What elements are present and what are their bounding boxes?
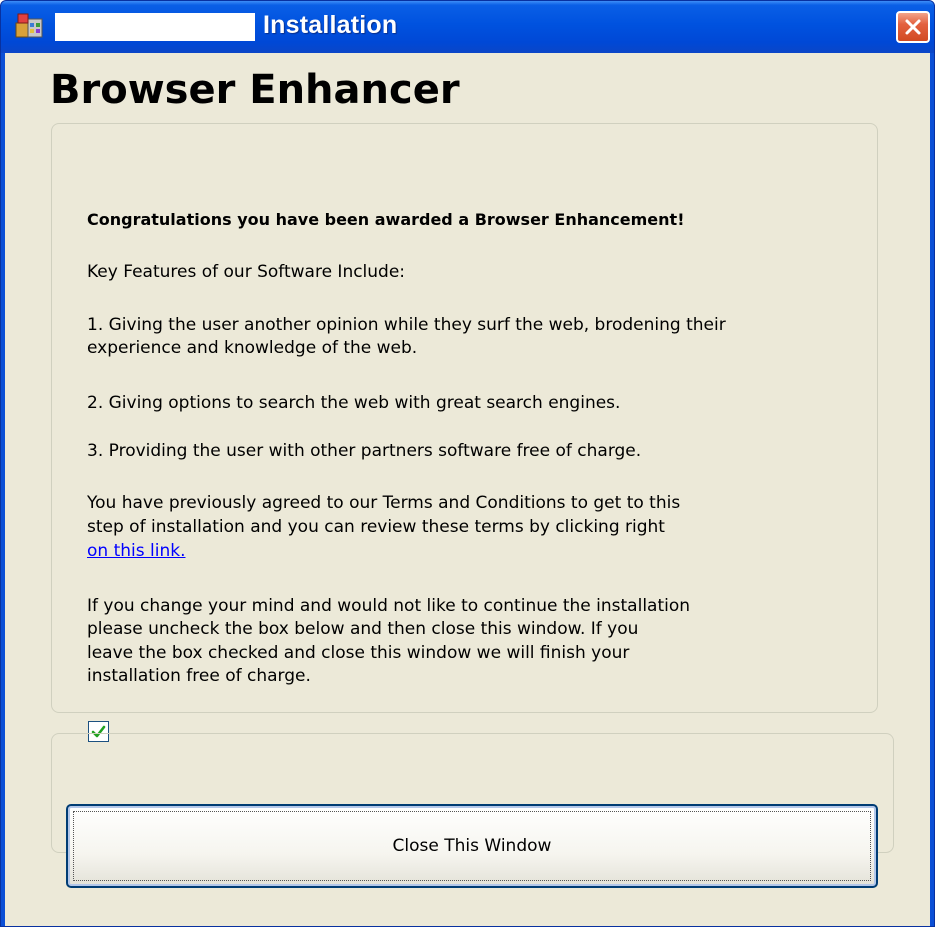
uncheck-line-3: leave the box checked and close this win…	[87, 643, 630, 663]
terms-line-2: step of installation and you can review …	[87, 517, 665, 537]
title-bar[interactable]: Installation	[1, 1, 934, 53]
terms-line-1: You have previously agreed to our Terms …	[87, 493, 681, 513]
congratulations-text: Congratulations you have been awarded a …	[87, 210, 685, 229]
uncheck-line-1: If you change your mind and would not li…	[87, 596, 691, 616]
installer-icon	[14, 11, 46, 43]
window-close-button[interactable]	[896, 11, 930, 43]
features-intro-text: Key Features of our Software Include:	[87, 262, 406, 282]
redacted-title-area	[55, 13, 255, 41]
close-this-window-button[interactable]: Close This Window	[66, 804, 878, 888]
uncheck-line-4: installation free of charge.	[87, 666, 311, 686]
uncheck-line-2: please uncheck the box below and then cl…	[87, 619, 639, 639]
window-title: Installation	[263, 11, 398, 39]
page-title: Browser Enhancer	[50, 67, 460, 113]
feature-1-line-2: experience and knowledge of the web.	[87, 338, 418, 358]
close-this-window-label: Close This Window	[392, 836, 552, 856]
feature-1-line-1: 1. Giving the user another opinion while…	[87, 315, 726, 335]
terms-link[interactable]: on this link.	[87, 540, 185, 562]
feature-2-text: 2. Giving options to search the web with…	[87, 393, 621, 413]
close-icon	[905, 19, 921, 35]
feature-3-text: 3. Providing the user with other partner…	[87, 441, 642, 461]
